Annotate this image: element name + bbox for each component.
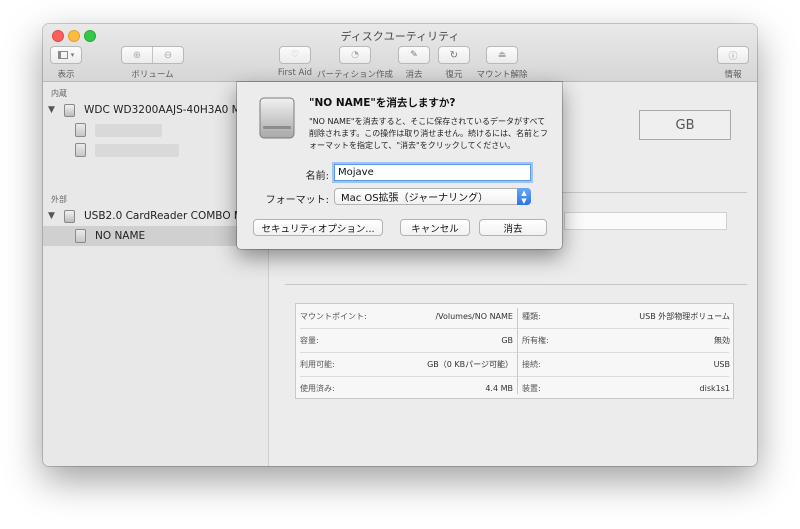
format-label: フォーマット: bbox=[265, 195, 329, 206]
toolbar: ディスクユーティリティ ▾ 表示 ⊕ ⊖ ボリューム ♡ First Aid ◔… bbox=[43, 24, 757, 82]
external-disk-icon bbox=[64, 210, 75, 223]
external-section-header: 外部 bbox=[51, 195, 67, 204]
hard-disk-icon bbox=[64, 104, 75, 117]
info-cell: 装置: disk1s1 bbox=[522, 383, 730, 393]
select-arrows-icon: ▲ ▼ bbox=[517, 188, 531, 205]
name-label: 名前: bbox=[305, 171, 329, 182]
eject-icon: ⏏ bbox=[497, 50, 507, 60]
info-button[interactable]: ⓘ bbox=[717, 46, 749, 64]
first-aid-button[interactable]: ♡ bbox=[279, 46, 311, 64]
view-button[interactable]: ▾ bbox=[50, 46, 82, 64]
security-options-button[interactable]: セキュリティオプション... bbox=[253, 219, 383, 236]
info-cell: 所有権: 無効 bbox=[522, 335, 730, 345]
capacity-box: GB bbox=[639, 110, 731, 140]
partition-icon: ◔ bbox=[351, 50, 359, 60]
view-label: 表示 bbox=[57, 70, 75, 80]
dialog-message: "NO NAME"を消去すると、そこに保存されているデータがすべて削除されます。… bbox=[309, 117, 548, 150]
sidebar-item-internal-volume-1[interactable] bbox=[43, 120, 268, 140]
erase-button[interactable]: 消去 bbox=[479, 219, 547, 236]
remove-volume-icon[interactable]: ⊖ bbox=[153, 50, 183, 61]
window-title: ディスクユーティリティ bbox=[340, 30, 460, 43]
unmount-label: マウント解除 bbox=[476, 70, 528, 80]
restore-icon: ↻ bbox=[449, 49, 459, 61]
selected-volume-label: NO NAME bbox=[95, 230, 146, 242]
chevron-down-icon: ▾ bbox=[70, 51, 75, 59]
redacted-volume-name bbox=[95, 144, 179, 157]
erase-toolbar-button[interactable]: ✎ bbox=[398, 46, 430, 64]
sidebar-item-external-disk[interactable]: ▼ USB2.0 CardReader COMBO Me bbox=[43, 206, 268, 226]
name-input[interactable] bbox=[334, 164, 531, 181]
sidebar-item-internal-disk[interactable]: ▼ WDC WD3200AAJS-40H3A0 Me bbox=[43, 100, 268, 120]
info-cell: 利用可能: GB（0 KBパージ可能） bbox=[300, 359, 513, 369]
disclosure-triangle-icon[interactable]: ▼ bbox=[48, 105, 55, 115]
partition-button[interactable]: ◔ bbox=[339, 46, 371, 64]
volume-label: ボリューム bbox=[131, 70, 174, 80]
erase-toolbar-label: 消去 bbox=[405, 70, 423, 80]
divider bbox=[285, 284, 747, 285]
restore-button[interactable]: ↻ bbox=[438, 46, 470, 64]
sidebar-item-selected-volume[interactable]: NO NAME bbox=[43, 226, 268, 246]
volume-icon bbox=[75, 123, 86, 137]
volume-segment: ⊕ ⊖ bbox=[121, 46, 184, 64]
erase-dialog: "NO NAME"を消去しますか? "NO NAME"を消去すると、そこに保存さ… bbox=[237, 82, 562, 249]
first-aid-label: First Aid bbox=[277, 68, 313, 78]
sidebar-item-internal-volume-2[interactable] bbox=[43, 140, 268, 160]
redacted-volume-name bbox=[95, 124, 162, 137]
info-table: マウントポイント:/Volumes/NO NAME 種類: USB 外部物理ボリュ… bbox=[295, 303, 734, 399]
external-drive-icon bbox=[259, 97, 295, 139]
partition-label: パーティション作成 bbox=[317, 70, 393, 80]
disclosure-triangle-icon[interactable]: ▼ bbox=[48, 211, 55, 221]
erase-icon: ✎ bbox=[410, 50, 418, 60]
sidebar-icon bbox=[57, 51, 68, 59]
info-icon: ⓘ bbox=[728, 51, 738, 62]
volume-icon bbox=[75, 229, 86, 243]
usage-bar bbox=[564, 212, 727, 230]
volume-icon bbox=[75, 143, 86, 157]
sidebar: 内蔵 ▼ WDC WD3200AAJS-40H3A0 Me 外部 ▼ USB2.… bbox=[43, 82, 269, 466]
info-cell: 種類: USB 外部物理ボリューム bbox=[522, 311, 730, 321]
cancel-button[interactable]: キャンセル bbox=[400, 219, 470, 236]
info-label: 情報 bbox=[724, 70, 742, 80]
internal-disk-label: WDC WD3200AAJS-40H3A0 Me bbox=[84, 104, 248, 116]
info-cell: 容量: GB bbox=[300, 335, 513, 345]
unmount-button[interactable]: ⏏ bbox=[486, 46, 518, 64]
format-select[interactable]: Mac OS拡張（ジャーナリング） ▲ ▼ bbox=[334, 188, 531, 205]
external-disk-label: USB2.0 CardReader COMBO Me bbox=[84, 210, 250, 222]
dialog-title: "NO NAME"を消去しますか? bbox=[309, 97, 456, 109]
add-volume-icon[interactable]: ⊕ bbox=[122, 50, 152, 61]
format-value: Mac OS拡張（ジャーナリング） bbox=[341, 193, 489, 204]
restore-label: 復元 bbox=[445, 70, 463, 80]
info-cell: マウントポイント:/Volumes/NO NAME bbox=[300, 311, 513, 321]
info-cell: 接続: USB bbox=[522, 359, 730, 369]
stethoscope-icon: ♡ bbox=[290, 50, 300, 60]
info-cell: 使用済み: 4.4 MB bbox=[300, 383, 513, 393]
internal-section-header: 内蔵 bbox=[51, 89, 67, 98]
